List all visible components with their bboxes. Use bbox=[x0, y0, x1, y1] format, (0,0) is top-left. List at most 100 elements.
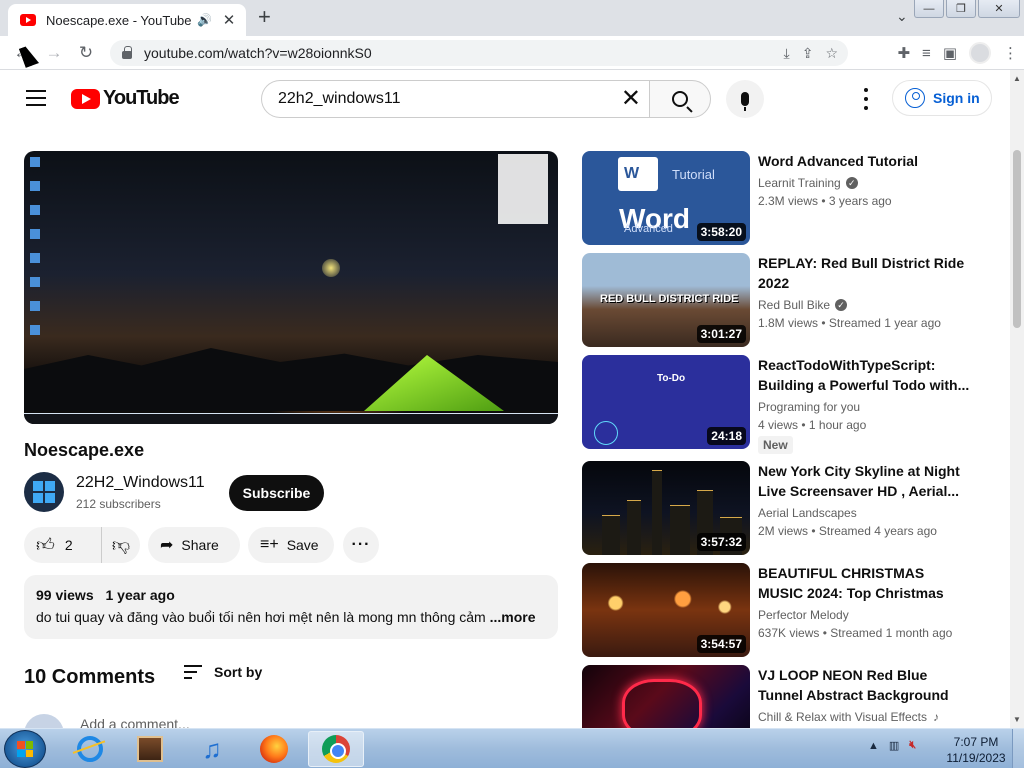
desktop-icons bbox=[30, 157, 46, 349]
browser-tab-active[interactable]: Noescape.exe - YouTube 🔊 ✕ bbox=[8, 4, 246, 36]
page-scrollbar[interactable]: ▲ ▼ bbox=[1010, 70, 1024, 728]
youtube-play-icon bbox=[71, 88, 100, 109]
guide-menu-icon[interactable] bbox=[26, 90, 46, 106]
youtube-logo[interactable]: YouTube bbox=[71, 87, 180, 110]
network-icon[interactable]: ▥ bbox=[889, 739, 899, 752]
suggestion-channel[interactable]: Red Bull Bike ✓ bbox=[758, 298, 848, 312]
scroll-up-icon[interactable]: ▲ bbox=[1013, 74, 1021, 83]
taskbar-internet-explorer[interactable] bbox=[62, 731, 118, 767]
window-close-button[interactable]: ✕ bbox=[978, 0, 1020, 18]
forward-arrow-icon[interactable]: → bbox=[42, 41, 66, 65]
thumbnail-text: RED BULL DISTRICT RIDE bbox=[600, 293, 739, 305]
taskbar-firefox[interactable] bbox=[246, 731, 302, 767]
more-actions-icon[interactable]: ··· bbox=[343, 527, 379, 563]
show-desktop-button[interactable] bbox=[1012, 729, 1024, 768]
channel-avatar[interactable] bbox=[24, 472, 64, 512]
search-button[interactable] bbox=[649, 80, 711, 118]
extensions-puzzle-icon[interactable]: ✚ bbox=[897, 44, 910, 62]
sign-in-button[interactable]: Sign in bbox=[892, 80, 992, 116]
description-box[interactable]: 99 views 1 year ago do tui quay và đăng … bbox=[24, 575, 558, 639]
suggestion-title[interactable]: BEAUTIFUL CHRISTMAS MUSIC 2024: Top Chri… bbox=[758, 563, 970, 603]
share-page-icon[interactable]: ⇪ bbox=[802, 45, 814, 62]
taskbar-media-center[interactable] bbox=[122, 731, 178, 767]
bookmark-star-icon[interactable]: ☆ bbox=[825, 45, 838, 62]
video-thumbnail[interactable]: To-Do 24:18 bbox=[582, 355, 750, 449]
youtube-favicon-icon bbox=[20, 14, 36, 26]
sort-comments-button[interactable]: Sort by bbox=[184, 664, 262, 680]
save-button[interactable]: ≡+ Save bbox=[248, 527, 334, 563]
new-badge: New bbox=[758, 436, 793, 454]
search-query: 22h2_windows11 bbox=[278, 90, 401, 107]
taskbar-music-player[interactable]: ♫ bbox=[184, 731, 240, 767]
share-button[interactable]: ➦ Share bbox=[148, 527, 240, 563]
url-text[interactable]: youtube.com/watch?v=w28oionnkS0 bbox=[144, 45, 372, 61]
taskbar-chrome[interactable] bbox=[308, 731, 364, 767]
browser-tab-strip: Noescape.exe - YouTube 🔊 ✕ + ⌄ — ❐ ✕ bbox=[0, 0, 1024, 36]
profile-avatar-icon[interactable] bbox=[969, 42, 991, 64]
install-app-icon[interactable]: ⤓ bbox=[784, 45, 790, 62]
volume-muted-icon[interactable]: 🔇︎ bbox=[909, 739, 916, 752]
video-thumbnail[interactable]: W Tutorial Word Advanced 3:58:20 bbox=[582, 151, 750, 245]
suggestion-title[interactable]: REPLAY: Red Bull District Ride 2022 bbox=[758, 253, 970, 293]
sort-icon bbox=[184, 665, 202, 679]
browser-menu-icon[interactable]: ⋮ bbox=[1003, 44, 1018, 62]
video-thumbnail[interactable] bbox=[582, 665, 750, 728]
tray-overflow-icon[interactable]: ▲ bbox=[868, 740, 879, 752]
tab-close-icon[interactable]: ✕ bbox=[220, 11, 238, 29]
new-tab-button[interactable]: + bbox=[258, 6, 271, 28]
video-thumbnail[interactable]: 3:57:32 bbox=[582, 461, 750, 555]
address-bar[interactable]: youtube.com/watch?v=w28oionnkS0 ⤓ ⇪ ☆ bbox=[110, 40, 848, 66]
clear-search-icon[interactable]: ✕ bbox=[621, 87, 641, 111]
side-panel-icon[interactable]: ▣ bbox=[943, 44, 957, 62]
thumbnail-tag: Tutorial bbox=[672, 167, 715, 182]
duration-badge: 3:54:57 bbox=[696, 635, 746, 653]
tab-audio-icon[interactable]: 🔊 bbox=[197, 13, 212, 27]
suggestion-title[interactable]: New York City Skyline at Night Live Scre… bbox=[758, 461, 970, 501]
subscribe-button[interactable]: Subscribe bbox=[229, 475, 324, 511]
system-clock[interactable]: 7:07 PM 11/19/2023 bbox=[940, 734, 1012, 766]
video-player[interactable] bbox=[24, 151, 558, 424]
scroll-down-icon[interactable]: ▼ bbox=[1013, 715, 1021, 724]
media-center-icon bbox=[137, 736, 163, 762]
search-input[interactable]: 22h2_windows11 ✕ bbox=[261, 80, 649, 118]
youtube-logo-text: YouTube bbox=[103, 87, 180, 109]
neon-tunnel bbox=[622, 679, 702, 728]
video-thumbnail[interactable]: 3:54:57 bbox=[582, 563, 750, 657]
channel-label: Perfector Melody bbox=[758, 608, 849, 622]
channel-label: Aerial Landscapes bbox=[758, 506, 857, 520]
suggestion-title[interactable]: Word Advanced Tutorial bbox=[758, 151, 970, 171]
verified-check-icon: ✓ bbox=[835, 299, 848, 311]
channel-label: Learnit Training bbox=[758, 176, 841, 190]
suggested-video[interactable]: RED BULL DISTRICT RIDE 3:01:27 REPLAY: R… bbox=[582, 253, 982, 347]
suggested-video[interactable]: VJ LOOP NEON Red Blue Tunnel Abstract Ba… bbox=[582, 665, 982, 728]
suggestion-title[interactable]: ReactTodoWithTypeScript: Building a Powe… bbox=[758, 355, 970, 395]
media-queue-icon[interactable]: ≡ bbox=[922, 45, 931, 62]
suggested-video[interactable]: 3:54:57 BEAUTIFUL CHRISTMAS MUSIC 2024: … bbox=[582, 563, 982, 657]
suggestion-channel[interactable]: Learnit Training ✓ bbox=[758, 176, 858, 190]
suggestion-title[interactable]: VJ LOOP NEON Red Blue Tunnel Abstract Ba… bbox=[758, 665, 970, 705]
suggestion-channel[interactable]: Aerial Landscapes bbox=[758, 506, 857, 520]
suggestion-channel[interactable]: Chill & Relax with Visual Effects ♪ bbox=[758, 710, 939, 724]
suggested-video[interactable]: 3:57:32 New York City Skyline at Night L… bbox=[582, 461, 982, 555]
suggestion-channel[interactable]: Programing for you bbox=[758, 400, 860, 414]
like-button[interactable]: 👍︎ 2 bbox=[24, 527, 102, 563]
voice-search-button[interactable] bbox=[726, 80, 764, 118]
reload-icon[interactable]: ↻ bbox=[74, 41, 98, 65]
suggestion-channel[interactable]: Perfector Melody bbox=[758, 608, 849, 622]
dislike-button[interactable]: 👎︎ bbox=[102, 536, 140, 554]
tab-search-chevron-icon[interactable]: ⌄ bbox=[896, 8, 908, 25]
duration-badge: 3:01:27 bbox=[696, 325, 746, 343]
settings-more-icon[interactable] bbox=[856, 88, 876, 110]
channel-label: Red Bull Bike bbox=[758, 298, 831, 312]
video-thumbnail[interactable]: RED BULL DISTRICT RIDE 3:01:27 bbox=[582, 253, 750, 347]
scrollbar-thumb[interactable] bbox=[1013, 150, 1021, 328]
suggested-video[interactable]: W Tutorial Word Advanced 3:58:20 Word Ad… bbox=[582, 151, 982, 245]
lock-icon[interactable] bbox=[122, 46, 132, 59]
restore-button[interactable]: ❐ bbox=[946, 0, 976, 18]
show-more-link[interactable]: ...more bbox=[490, 609, 536, 625]
firefox-icon bbox=[260, 735, 288, 763]
minimize-button[interactable]: — bbox=[914, 0, 944, 18]
start-button[interactable] bbox=[4, 730, 46, 768]
suggested-video[interactable]: To-Do 24:18 ReactTodoWithTypeScript: Bui… bbox=[582, 355, 982, 454]
channel-name[interactable]: 22H2_Windows11 bbox=[76, 474, 205, 492]
